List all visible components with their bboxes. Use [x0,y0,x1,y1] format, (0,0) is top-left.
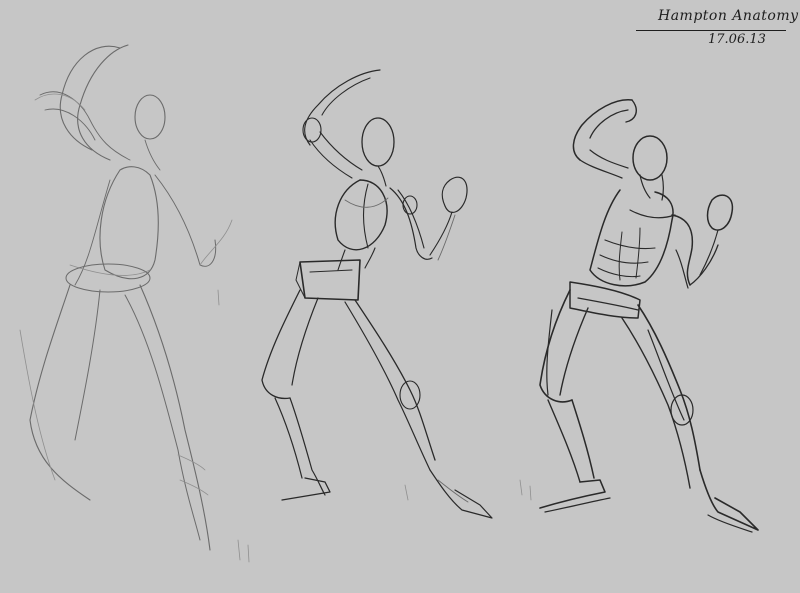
figure-sketches [19,44,759,563]
signature-caption: Hampton Anatomy 17.06.13 [636,4,798,50]
mannequin-figure-sketch [261,69,493,519]
ground-scratches [217,289,532,563]
caption-date: 17.06.13 [708,32,766,47]
caption-title: Hampton Anatomy [658,8,799,24]
sketch-canvas: Hampton Anatomy 17.06.13 [0,0,800,593]
anatomy-figure-sketch [539,99,759,533]
gesture-figure-sketch [19,44,233,551]
caption-underline [636,30,786,31]
